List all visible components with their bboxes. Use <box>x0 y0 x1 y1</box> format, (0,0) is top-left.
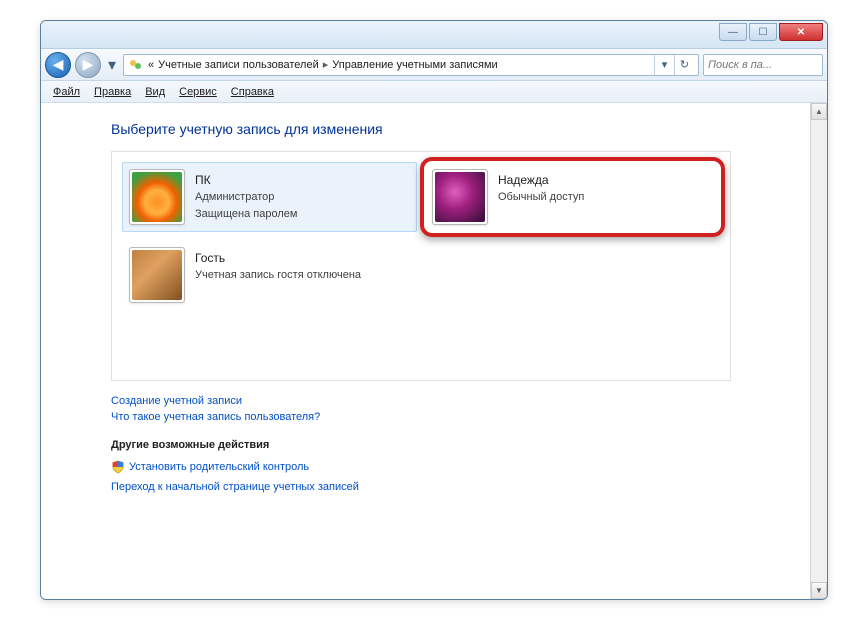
avatar-frame <box>129 169 185 225</box>
nav-history-dropdown[interactable]: ▾ <box>105 55 119 75</box>
avatar-frame <box>432 169 488 225</box>
window: — ☐ ✕ ◀ ▶ ▾ « Учетные записи пользовател… <box>40 20 828 600</box>
account-status: Учетная запись гостя отключена <box>195 267 361 284</box>
links-section: Создание учетной записи Что такое учетна… <box>111 395 790 493</box>
address-bar[interactable]: « Учетные записи пользователей ▸ Управле… <box>123 54 699 76</box>
breadcrumb-item[interactable]: Управление учетными записями <box>332 59 497 71</box>
avatar <box>132 172 182 222</box>
close-button[interactable]: ✕ <box>779 23 823 41</box>
content-area: Выберите учетную запись для изменения ПК… <box>41 103 827 599</box>
account-status: Защищена паролем <box>195 206 297 223</box>
maximize-button[interactable]: ☐ <box>749 23 777 41</box>
page-title: Выберите учетную запись для изменения <box>111 121 790 137</box>
menu-bar: Файл Правка Вид Сервис Справка <box>41 81 827 103</box>
minimize-button[interactable]: — <box>719 23 747 41</box>
link-accounts-home[interactable]: Переход к начальной странице учетных зап… <box>111 481 790 493</box>
refresh-button[interactable]: ↻ <box>674 54 694 76</box>
vertical-scrollbar[interactable]: ▲ ▼ <box>810 103 827 599</box>
scroll-track[interactable] <box>811 120 827 582</box>
menu-tools[interactable]: Сервис <box>173 84 223 100</box>
account-role: Обычный доступ <box>498 189 584 206</box>
forward-button[interactable]: ▶ <box>75 52 101 78</box>
account-name: Гость <box>195 249 361 267</box>
menu-help[interactable]: Справка <box>225 84 280 100</box>
shield-icon <box>111 460 125 474</box>
menu-file[interactable]: Файл <box>47 84 86 100</box>
breadcrumb-item[interactable]: Учетные записи пользователей <box>154 59 319 71</box>
account-name: Надежда <box>498 171 584 189</box>
search-input[interactable] <box>704 59 828 71</box>
account-name: ПК <box>195 171 297 189</box>
back-button[interactable]: ◀ <box>45 52 71 78</box>
scroll-down-button[interactable]: ▼ <box>811 582 827 599</box>
account-item-nadezhda[interactable]: Надежда Обычный доступ <box>425 162 720 232</box>
link-what-is-account[interactable]: Что такое учетная запись пользователя? <box>111 411 790 423</box>
account-role: Администратор <box>195 189 297 206</box>
link-parental-control[interactable]: Установить родительский контроль <box>129 461 309 473</box>
search-box[interactable]: 🔍 <box>703 54 823 76</box>
address-dropdown[interactable]: ▾ <box>654 54 674 76</box>
menu-view[interactable]: Вид <box>139 84 171 100</box>
link-create-account[interactable]: Создание учетной записи <box>111 395 790 407</box>
account-grid: ПК Администратор Защищена паролем Надежд… <box>111 151 731 381</box>
account-item-guest[interactable]: Гость Учетная запись гостя отключена <box>122 240 417 310</box>
other-actions-heading: Другие возможные действия <box>111 439 790 451</box>
nav-bar: ◀ ▶ ▾ « Учетные записи пользователей ▸ У… <box>41 49 827 81</box>
avatar <box>435 172 485 222</box>
avatar-frame <box>129 247 185 303</box>
avatar <box>132 250 182 300</box>
breadcrumb-separator-icon: ▸ <box>319 58 333 71</box>
location-icon <box>128 57 144 73</box>
account-item-pk[interactable]: ПК Администратор Защищена паролем <box>122 162 417 232</box>
title-bar: — ☐ ✕ <box>41 21 827 49</box>
scroll-up-button[interactable]: ▲ <box>811 103 827 120</box>
menu-edit[interactable]: Правка <box>88 84 137 100</box>
